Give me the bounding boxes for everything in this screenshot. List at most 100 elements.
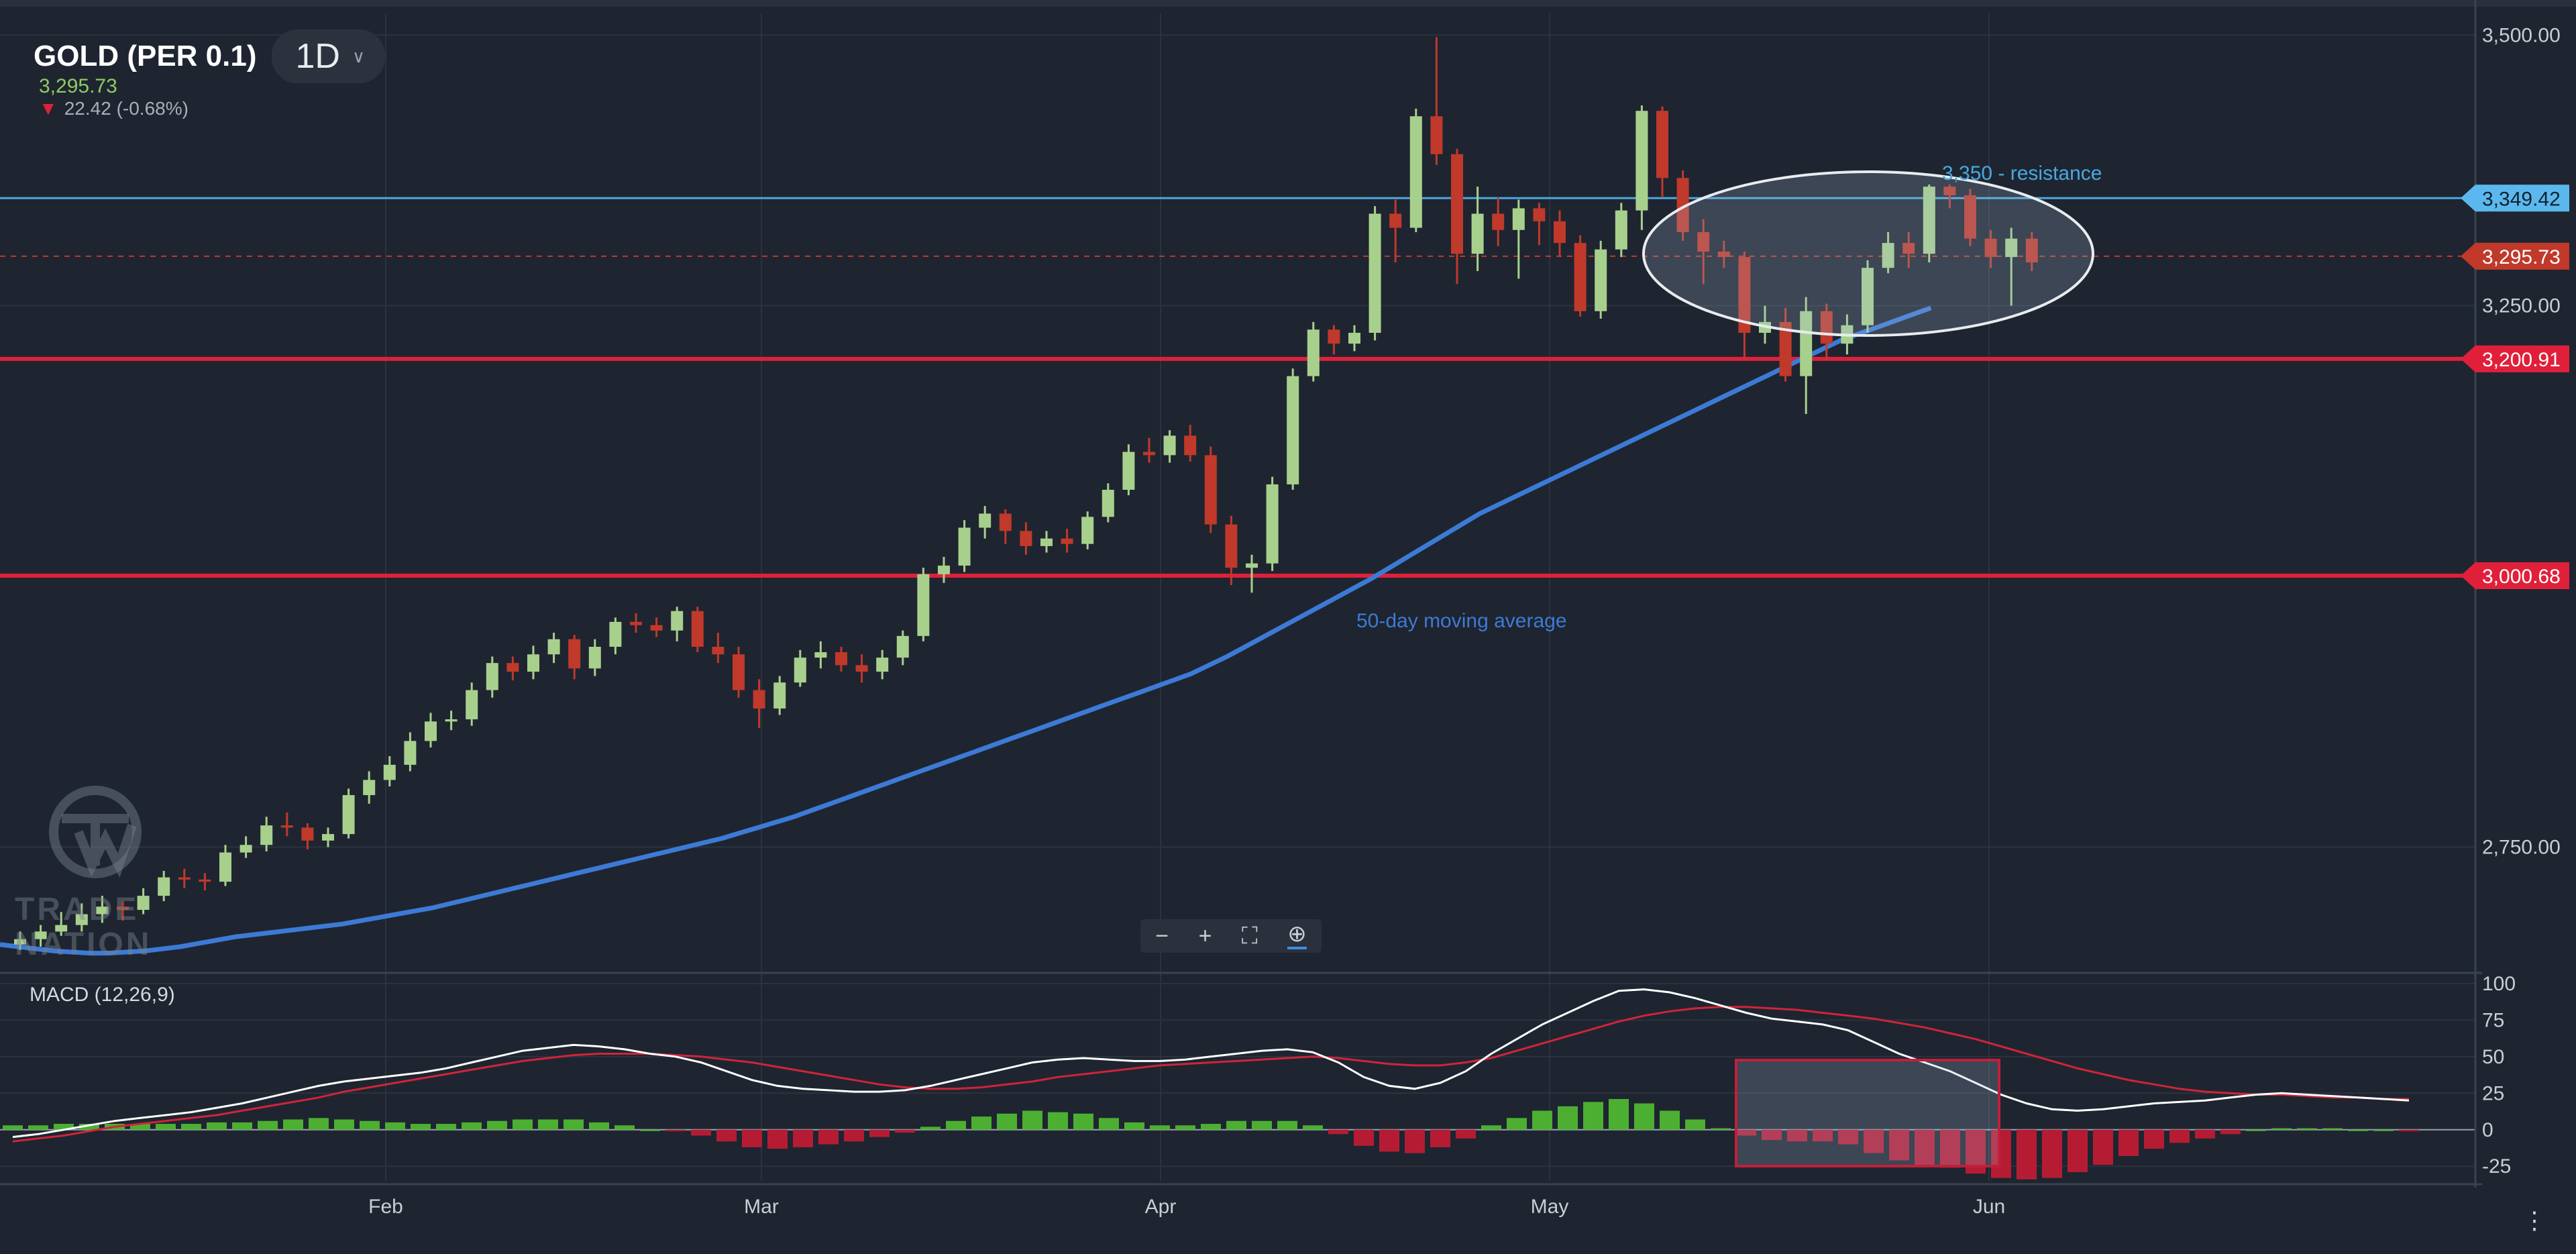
macd-histogram-bar (2271, 1128, 2292, 1130)
macd-histogram-bar (2195, 1129, 2215, 1139)
macd-histogram-bar (665, 1129, 686, 1131)
macd-histogram-bar (258, 1120, 278, 1130)
candle-body (671, 611, 684, 631)
candle-body (547, 639, 560, 655)
candle-body (1656, 111, 1668, 178)
candle-body (1163, 435, 1176, 456)
macd-histogram-bar (564, 1119, 584, 1130)
candle-body (1061, 538, 1073, 544)
candle-body (855, 665, 868, 672)
candle-body (753, 690, 765, 709)
brand-line2: NATION (15, 927, 152, 962)
macd-histogram-bar (1405, 1129, 1425, 1153)
macd-histogram-bar (2246, 1129, 2266, 1131)
x-tick-label: Apr (1145, 1196, 1177, 1218)
candle-body (280, 825, 293, 828)
macd-histogram-bar (283, 1119, 303, 1130)
chart-canvas[interactable]: Feb Mar Apr May Jun 3,500.00 3,250.00 2,750.00… (0, 0, 2576, 1254)
candle-body (630, 621, 642, 625)
macd-histogram-bar (462, 1122, 482, 1130)
candle-body (1430, 116, 1443, 154)
candle-body (1246, 563, 1258, 568)
candle-body (1225, 524, 1238, 568)
macd-histogram-bar (1252, 1120, 1272, 1130)
macd-histogram-bar (2144, 1129, 2164, 1149)
zoom-in-button[interactable]: + (1199, 925, 1212, 947)
candle-body (1635, 111, 1648, 211)
macd-histogram-bar (1711, 1128, 1731, 1130)
macd-histogram-bar (309, 1118, 329, 1130)
macd-histogram-bar (1558, 1106, 1578, 1130)
candle-body (404, 741, 417, 765)
macd-histogram-bar (946, 1120, 966, 1130)
x-tick-label: May (1531, 1196, 1569, 1218)
macd-histogram-bar (2297, 1128, 2317, 1130)
macd-histogram-bar (1609, 1099, 1629, 1130)
candle-body (199, 879, 211, 882)
macd-histogram-bar (411, 1124, 431, 1130)
macd-histogram-bar (1685, 1119, 1705, 1130)
x-tick-label: Mar (744, 1196, 779, 1218)
macd-histogram-bar (334, 1119, 354, 1130)
candle-body (835, 652, 847, 666)
macd-histogram-bar (793, 1129, 813, 1147)
macd-histogram-bar (589, 1122, 609, 1130)
candle-body (486, 663, 498, 690)
candle-body (466, 690, 478, 720)
zoom-out-button[interactable]: − (1155, 925, 1169, 947)
macd-histogram-bar (1175, 1125, 1195, 1130)
macd-histogram-bar (1073, 1113, 1093, 1130)
macd-highlight-box (1735, 1059, 2000, 1167)
macd-histogram-bar (767, 1129, 788, 1149)
candle-body (342, 795, 355, 835)
candle-body (917, 574, 930, 636)
candle-body (999, 513, 1012, 531)
candle-body (938, 565, 950, 574)
macd-histogram-bar (742, 1129, 762, 1147)
y-tick-label: 3,250.00 (2482, 295, 2561, 317)
candle-body (1471, 213, 1484, 254)
candle-body (1328, 329, 1340, 344)
macd-histogram-bar (2220, 1129, 2241, 1135)
candle-body (1102, 490, 1114, 517)
macd-y-tick-label: 50 (2482, 1046, 2504, 1068)
candle-body (1204, 455, 1217, 525)
macd-histogram-bar (2118, 1129, 2139, 1156)
macd-histogram-bar (1583, 1102, 1603, 1130)
y-tick-label: 2,750.00 (2482, 837, 2561, 859)
price-tag-label: 3,200.91 (2482, 349, 2561, 371)
candle-body (239, 845, 252, 853)
top-bar (0, 0, 2576, 7)
candle-body (876, 658, 889, 672)
y-tick-label: 3,500.00 (2482, 24, 2561, 46)
price-tag-label: 3,295.73 (2482, 246, 2561, 268)
price-tag-label: 3,000.68 (2482, 566, 2561, 588)
macd-histogram-bar (513, 1119, 533, 1130)
brand-line1: TRADE (15, 892, 140, 927)
candle-body (1143, 452, 1155, 456)
candle-body (1554, 221, 1566, 244)
macd-histogram-bar (1303, 1125, 1323, 1130)
macd-histogram-bar (1226, 1120, 1246, 1130)
macd-histogram-bar (1430, 1129, 1450, 1147)
candle-body (1081, 517, 1094, 544)
macd-histogram-bar (2399, 1129, 2419, 1131)
candle-body (1492, 213, 1505, 230)
more-options-icon[interactable]: ⋮ (2522, 1206, 2546, 1235)
candle-body (506, 663, 519, 672)
macd-histogram-bar (1099, 1118, 1119, 1130)
fullscreen-button[interactable]: ⛶ (1242, 925, 1258, 947)
candle-body (712, 646, 724, 655)
magnifier-button[interactable]: ⊕ (1287, 923, 1307, 949)
consolidation-ellipse-shape (1642, 170, 2094, 337)
macd-histogram-bar (997, 1113, 1017, 1130)
macd-label: MACD (12,26,9) (30, 984, 175, 1006)
macd-histogram-bar (818, 1129, 839, 1145)
macd-histogram-bar (1328, 1129, 1348, 1135)
candle-body (1122, 452, 1135, 490)
candle-body (814, 652, 827, 658)
timeframe-selector[interactable]: 1D ∨ (271, 30, 386, 83)
macd-histogram-bar (1354, 1129, 1374, 1146)
macd-histogram-bar (2017, 1129, 2037, 1180)
macd-histogram-bar (1481, 1125, 1501, 1130)
